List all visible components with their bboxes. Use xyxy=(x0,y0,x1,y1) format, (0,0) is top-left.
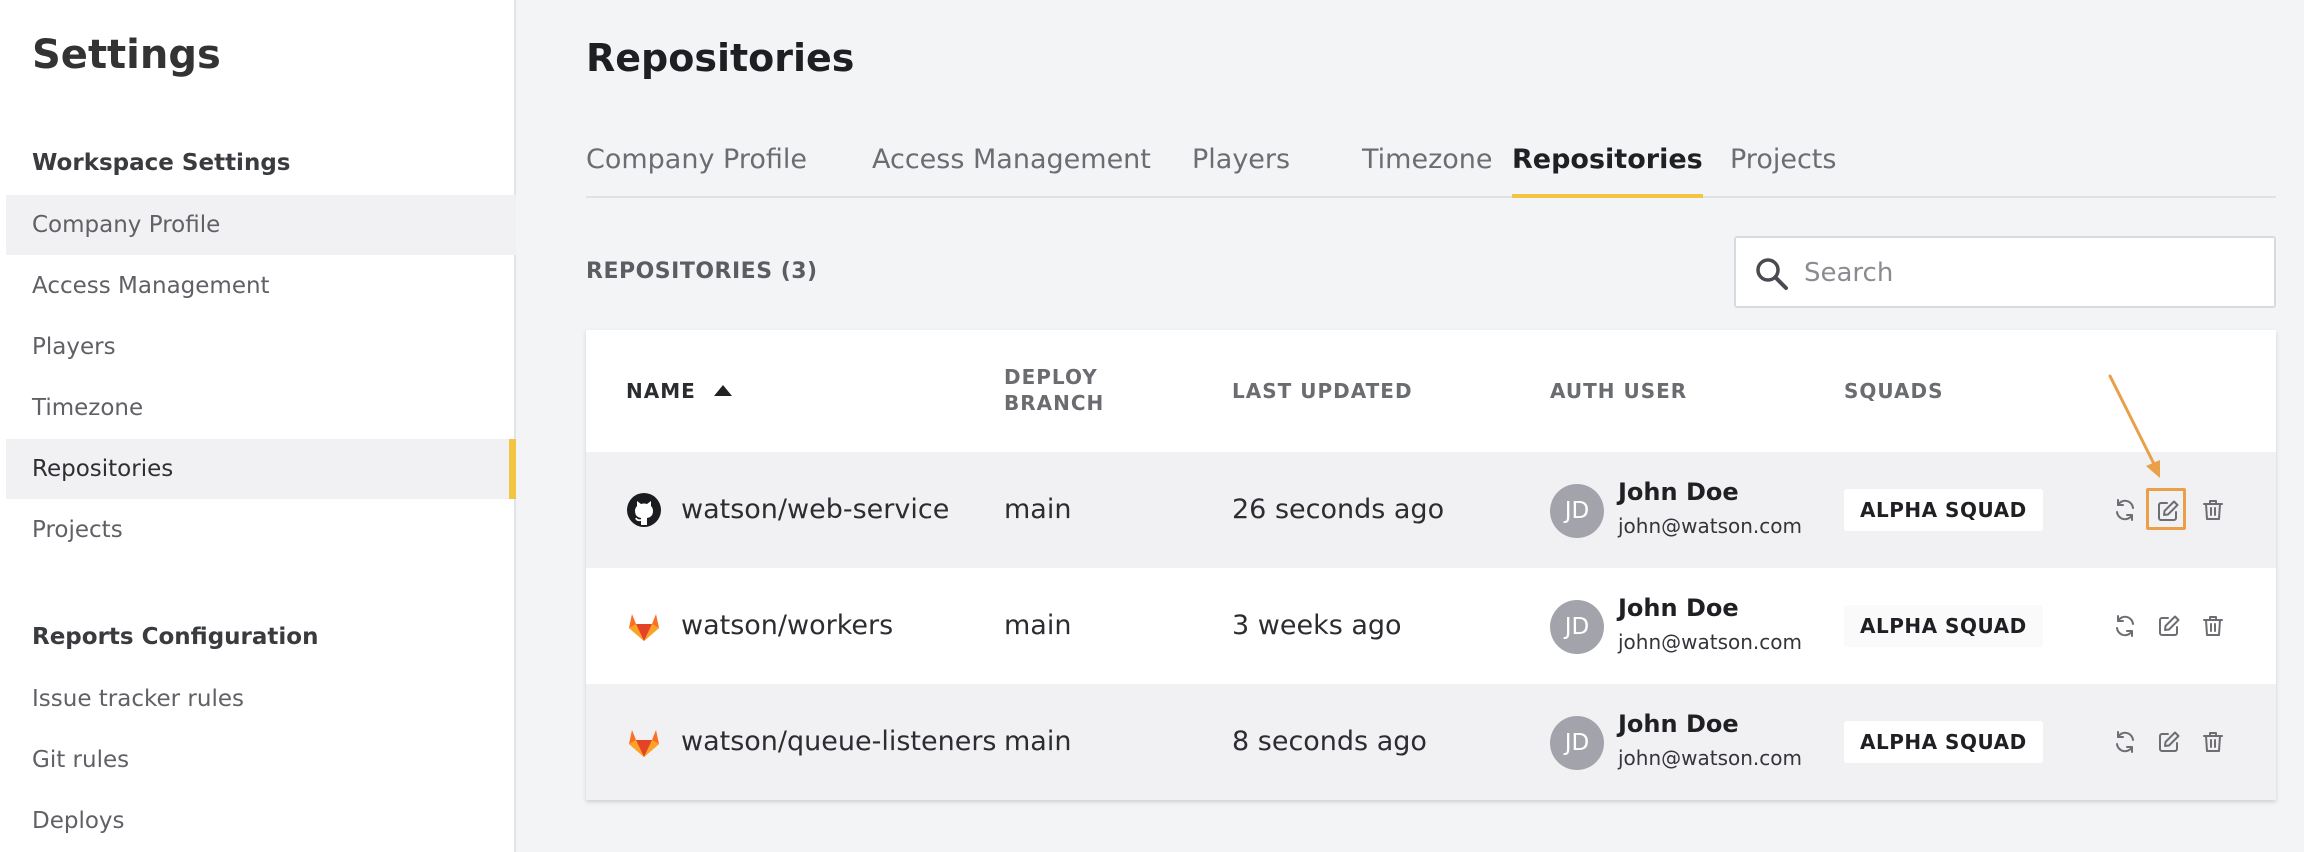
edit-icon xyxy=(2159,615,2180,636)
auth-user-email: john@watson.com xyxy=(1618,630,1803,654)
table-row[interactable]: watson/web-service main 26 seconds ago J… xyxy=(586,452,2276,568)
column-header-auth-user[interactable]: AUTH USER xyxy=(1550,378,1687,404)
github-icon xyxy=(627,493,661,527)
last-updated: 8 seconds ago xyxy=(1232,726,1427,757)
refresh-icon xyxy=(2116,731,2134,753)
refresh-button[interactable] xyxy=(2108,609,2142,643)
column-header-deploy-branch[interactable]: DEPLOY BRANCH xyxy=(1004,364,1104,416)
tab-players[interactable]: Players xyxy=(1192,140,1290,196)
squad-badge: ALPHA SQUAD xyxy=(1844,489,2043,531)
sidebar-item-company-profile[interactable]: Company Profile xyxy=(6,195,516,255)
sidebar-item-access-management[interactable]: Access Management xyxy=(6,256,516,316)
sidebar-item-projects[interactable]: Projects xyxy=(6,500,516,560)
column-header-squads[interactable]: SQUADS xyxy=(1844,378,1944,404)
gitlab-icon xyxy=(629,614,659,641)
delete-button[interactable] xyxy=(2196,609,2230,643)
refresh-icon xyxy=(2116,499,2134,521)
auth-user-email: john@watson.com xyxy=(1618,746,1803,770)
main-content: Repositories Company Profile Access Mana… xyxy=(516,0,2304,852)
sidebar-item-repositories[interactable]: Repositories xyxy=(6,439,516,499)
tab-projects[interactable]: Projects xyxy=(1730,140,1836,196)
sidebar-item-git-rules[interactable]: Git rules xyxy=(6,730,516,790)
delete-icon xyxy=(2203,500,2223,520)
avatar: JD xyxy=(1550,716,1604,770)
tab-repositories[interactable]: Repositories xyxy=(1512,140,1703,198)
settings-sidebar: Settings Workspace Settings Company Prof… xyxy=(0,0,516,852)
auth-user-email: john@watson.com xyxy=(1618,514,1803,538)
refresh-button[interactable] xyxy=(2108,493,2142,527)
edit-button[interactable] xyxy=(2152,725,2186,759)
column-header-name-label: NAME xyxy=(626,379,696,403)
repositories-table: NAME DEPLOY BRANCH LAST UPDATED AUTH USE… xyxy=(586,330,2276,800)
column-header-deploy-branch-line2: BRANCH xyxy=(1004,391,1105,415)
avatar: JD xyxy=(1550,600,1604,654)
edit-icon xyxy=(2159,731,2180,752)
repo-name[interactable]: watson/queue-listeners xyxy=(681,722,997,762)
last-updated: 26 seconds ago xyxy=(1232,494,1445,525)
sidebar-item-issue-tracker-rules[interactable]: Issue tracker rules xyxy=(6,669,516,729)
deploy-branch: main xyxy=(1004,610,1072,641)
edit-icon xyxy=(2158,500,2179,521)
sidebar-item-timezone[interactable]: Timezone xyxy=(6,378,516,438)
search-box[interactable] xyxy=(1734,236,2276,308)
tab-company-profile[interactable]: Company Profile xyxy=(586,140,807,196)
section-title-reports: Reports Configuration xyxy=(32,624,319,650)
deploy-branch: main xyxy=(1004,494,1072,525)
squad-badge: ALPHA SQUAD xyxy=(1844,605,2043,647)
column-header-name[interactable]: NAME xyxy=(626,378,732,404)
section-title-workspace: Workspace Settings xyxy=(32,150,291,176)
sidebar-item-players[interactable]: Players xyxy=(6,317,516,377)
delete-icon xyxy=(2203,616,2223,636)
page-title: Repositories xyxy=(586,36,855,80)
repositories-count: REPOSITORIES (3) xyxy=(586,259,818,284)
delete-icon xyxy=(2203,732,2223,752)
edit-button[interactable] xyxy=(2152,609,2186,643)
delete-button[interactable] xyxy=(2196,493,2230,527)
auth-user-name: John Doe xyxy=(1618,710,1739,738)
squad-badge: ALPHA SQUAD xyxy=(1844,721,2043,763)
table-row[interactable]: watson/workers main 3 weeks ago JD John … xyxy=(586,568,2276,684)
search-icon xyxy=(1756,258,1788,290)
table-row[interactable]: watson/queue-listeners main 8 seconds ag… xyxy=(586,684,2276,800)
sidebar-item-deploys[interactable]: Deploys xyxy=(6,791,516,851)
refresh-button[interactable] xyxy=(2108,725,2142,759)
edit-button[interactable] xyxy=(2146,488,2186,530)
sort-ascending-icon xyxy=(713,385,732,396)
tab-timezone[interactable]: Timezone xyxy=(1362,140,1493,196)
sidebar-title: Settings xyxy=(32,32,221,78)
deploy-branch: main xyxy=(1004,726,1072,757)
delete-button[interactable] xyxy=(2196,725,2230,759)
tab-access-management[interactable]: Access Management xyxy=(872,140,1151,196)
search-input[interactable] xyxy=(1802,252,2246,294)
repo-name[interactable]: watson/web-service xyxy=(681,490,949,530)
auth-user-name: John Doe xyxy=(1618,594,1739,622)
column-header-deploy-branch-line1: DEPLOY xyxy=(1004,365,1098,389)
last-updated: 3 weeks ago xyxy=(1232,610,1402,641)
avatar: JD xyxy=(1550,484,1604,538)
column-header-last-updated[interactable]: LAST UPDATED xyxy=(1232,378,1413,404)
gitlab-icon xyxy=(629,730,659,757)
repo-name[interactable]: watson/workers xyxy=(681,606,893,646)
auth-user-name: John Doe xyxy=(1618,478,1739,506)
table-header: NAME DEPLOY BRANCH LAST UPDATED AUTH USE… xyxy=(586,330,2276,452)
settings-tabs: Company Profile Access Management Player… xyxy=(586,140,2276,198)
refresh-icon xyxy=(2116,615,2134,637)
